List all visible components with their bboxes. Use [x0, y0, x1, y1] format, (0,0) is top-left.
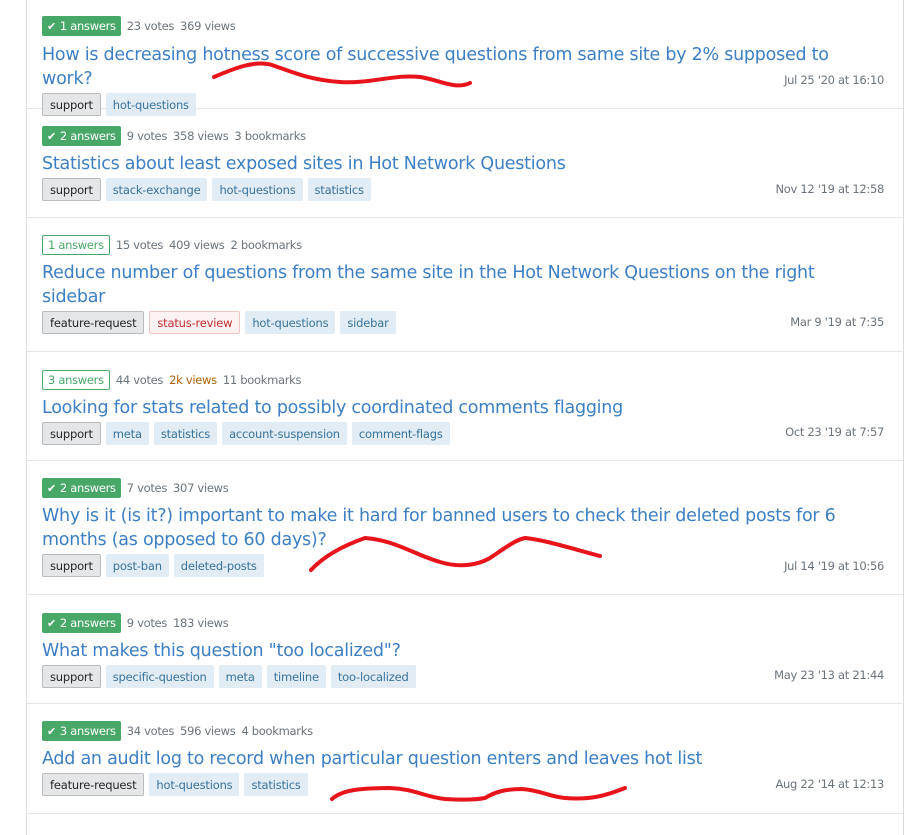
bookmarks-count: 4 bookmarks — [241, 724, 313, 738]
votes-count: 44 votes — [115, 373, 164, 387]
views-count: 409 views — [169, 238, 225, 252]
tag-feature-request[interactable]: feature-request — [42, 311, 145, 334]
views-count: 183 views — [173, 616, 229, 630]
question-title-link[interactable]: How is decreasing hotness score of succe… — [42, 43, 862, 91]
tag-hot-questions[interactable]: hot-questions — [212, 178, 303, 201]
tag-too-localized[interactable]: too-localized — [330, 665, 416, 688]
tag-specific-question[interactable]: specific-question — [105, 665, 214, 688]
answers-badge: 1 answers — [42, 235, 110, 255]
question-date: Oct 23 '19 at 7:57 — [785, 425, 884, 439]
answers-badge: ✔ 2 answers — [42, 613, 121, 633]
votes-count: 9 votes — [126, 129, 168, 143]
tag-meta[interactable]: meta — [105, 422, 149, 445]
views-count: 307 views — [173, 481, 229, 495]
tag-post-ban[interactable]: post-ban — [105, 554, 169, 577]
question-date: May 23 '13 at 21:44 — [774, 668, 884, 682]
tag-statistics[interactable]: statistics — [244, 773, 308, 796]
question-stats: 1 answers 15 votes 409 views 2 bookmarks — [42, 235, 903, 255]
tag-statistics[interactable]: statistics — [153, 422, 218, 445]
bookmarks-count: 11 bookmarks — [222, 373, 302, 387]
question-title-link[interactable]: Add an audit log to record when particul… — [42, 747, 862, 771]
tag-sidebar[interactable]: sidebar — [340, 311, 396, 334]
tag-support[interactable]: support — [42, 178, 101, 201]
question-stats: ✔ 2 answers 9 votes 183 views — [42, 613, 903, 633]
answers-badge: ✔ 3 answers — [42, 721, 121, 741]
answers-badge: ✔ 2 answers — [42, 478, 121, 498]
tag-list: support meta statistics account-suspensi… — [42, 422, 903, 445]
question-row: 3 answers 44 votes 2k views 11 bookmarks… — [27, 352, 903, 461]
answers-badge: ✔ 2 answers — [42, 126, 121, 146]
votes-count: 15 votes — [115, 238, 164, 252]
tag-account-suspension[interactable]: account-suspension — [222, 422, 347, 445]
question-title-link[interactable]: Reduce number of questions from the same… — [42, 261, 822, 309]
question-stats: ✔ 3 answers 34 votes 596 views 4 bookmark… — [42, 721, 903, 741]
check-icon: ✔ — [47, 616, 56, 630]
question-row: ✔ 3 answers 34 votes 596 views 4 bookmark… — [27, 704, 903, 814]
tag-meta[interactable]: meta — [218, 665, 262, 688]
question-row: ✔ 1 answers 23 votes 369 views How is dec… — [27, 0, 903, 116]
question-date: Nov 12 '19 at 12:58 — [775, 182, 885, 196]
tag-list: feature-request hot-questions statistics — [42, 773, 903, 796]
bookmarks-count: 3 bookmarks — [234, 129, 306, 143]
question-title-link[interactable]: What makes this question "too localized"… — [42, 639, 862, 663]
question-title-link[interactable]: Looking for stats related to possibly co… — [42, 396, 862, 420]
bookmarks-count: 2 bookmarks — [230, 238, 303, 252]
question-date: Jul 14 '19 at 10:56 — [784, 559, 884, 573]
votes-count: 9 votes — [126, 616, 168, 630]
tag-list: support stack-exchange hot-questions sta… — [42, 178, 903, 201]
question-row: ✔ 2 answers 7 votes 307 views Why is it (… — [27, 461, 903, 595]
tag-support[interactable]: support — [42, 665, 101, 688]
question-date: Mar 9 '19 at 7:35 — [790, 315, 884, 329]
votes-count: 34 votes — [126, 724, 175, 738]
tag-deleted-posts[interactable]: deleted-posts — [173, 554, 264, 577]
tag-comment-flags[interactable]: comment-flags — [351, 422, 450, 445]
check-icon: ✔ — [47, 724, 56, 738]
answers-badge: ✔ 1 answers — [42, 16, 121, 36]
question-stats: ✔ 2 answers 9 votes 358 views 3 bookmarks — [42, 126, 903, 146]
tag-list: feature-request status-review hot-questi… — [42, 311, 903, 334]
question-list: ✔ 1 answers 23 votes 369 views How is dec… — [26, 0, 904, 835]
answers-badge: 3 answers — [42, 370, 110, 390]
question-date: Aug 22 '14 at 12:13 — [775, 777, 884, 791]
check-icon: ✔ — [47, 481, 56, 495]
tag-statistics[interactable]: statistics — [307, 178, 371, 201]
question-row: ✔ 2 answers 9 votes 358 views 3 bookmarks… — [27, 109, 903, 218]
tag-support[interactable]: support — [42, 554, 101, 577]
views-count: 2k views — [169, 373, 217, 387]
votes-count: 7 votes — [126, 481, 168, 495]
tag-hot-questions[interactable]: hot-questions — [245, 311, 336, 334]
question-stats: 3 answers 44 votes 2k views 11 bookmarks — [42, 370, 903, 390]
tag-list: support post-ban deleted-posts — [42, 554, 903, 577]
tag-status-review[interactable]: status-review — [149, 311, 241, 334]
tag-support[interactable]: support — [42, 422, 101, 445]
question-row: 1 answers 15 votes 409 views 2 bookmarks… — [27, 218, 903, 352]
votes-count: 23 votes — [126, 19, 175, 33]
check-icon: ✔ — [47, 129, 56, 143]
tag-hot-questions[interactable]: hot-questions — [149, 773, 240, 796]
views-count: 369 views — [180, 19, 236, 33]
question-row: ✔ 2 answers 9 votes 183 views What makes … — [27, 595, 903, 704]
question-title-link[interactable]: Statistics about least exposed sites in … — [42, 152, 862, 176]
tag-timeline[interactable]: timeline — [266, 665, 326, 688]
question-date: Jul 25 '20 at 16:10 — [784, 73, 884, 87]
question-stats: ✔ 2 answers 7 votes 307 views — [42, 478, 903, 498]
tag-feature-request[interactable]: feature-request — [42, 773, 145, 796]
question-stats: ✔ 1 answers 23 votes 369 views — [42, 16, 903, 36]
views-count: 358 views — [173, 129, 229, 143]
question-title-link[interactable]: Why is it (is it?) important to make it … — [42, 504, 842, 552]
views-count: 596 views — [180, 724, 236, 738]
check-icon: ✔ — [47, 19, 56, 33]
tag-stack-exchange[interactable]: stack-exchange — [105, 178, 208, 201]
